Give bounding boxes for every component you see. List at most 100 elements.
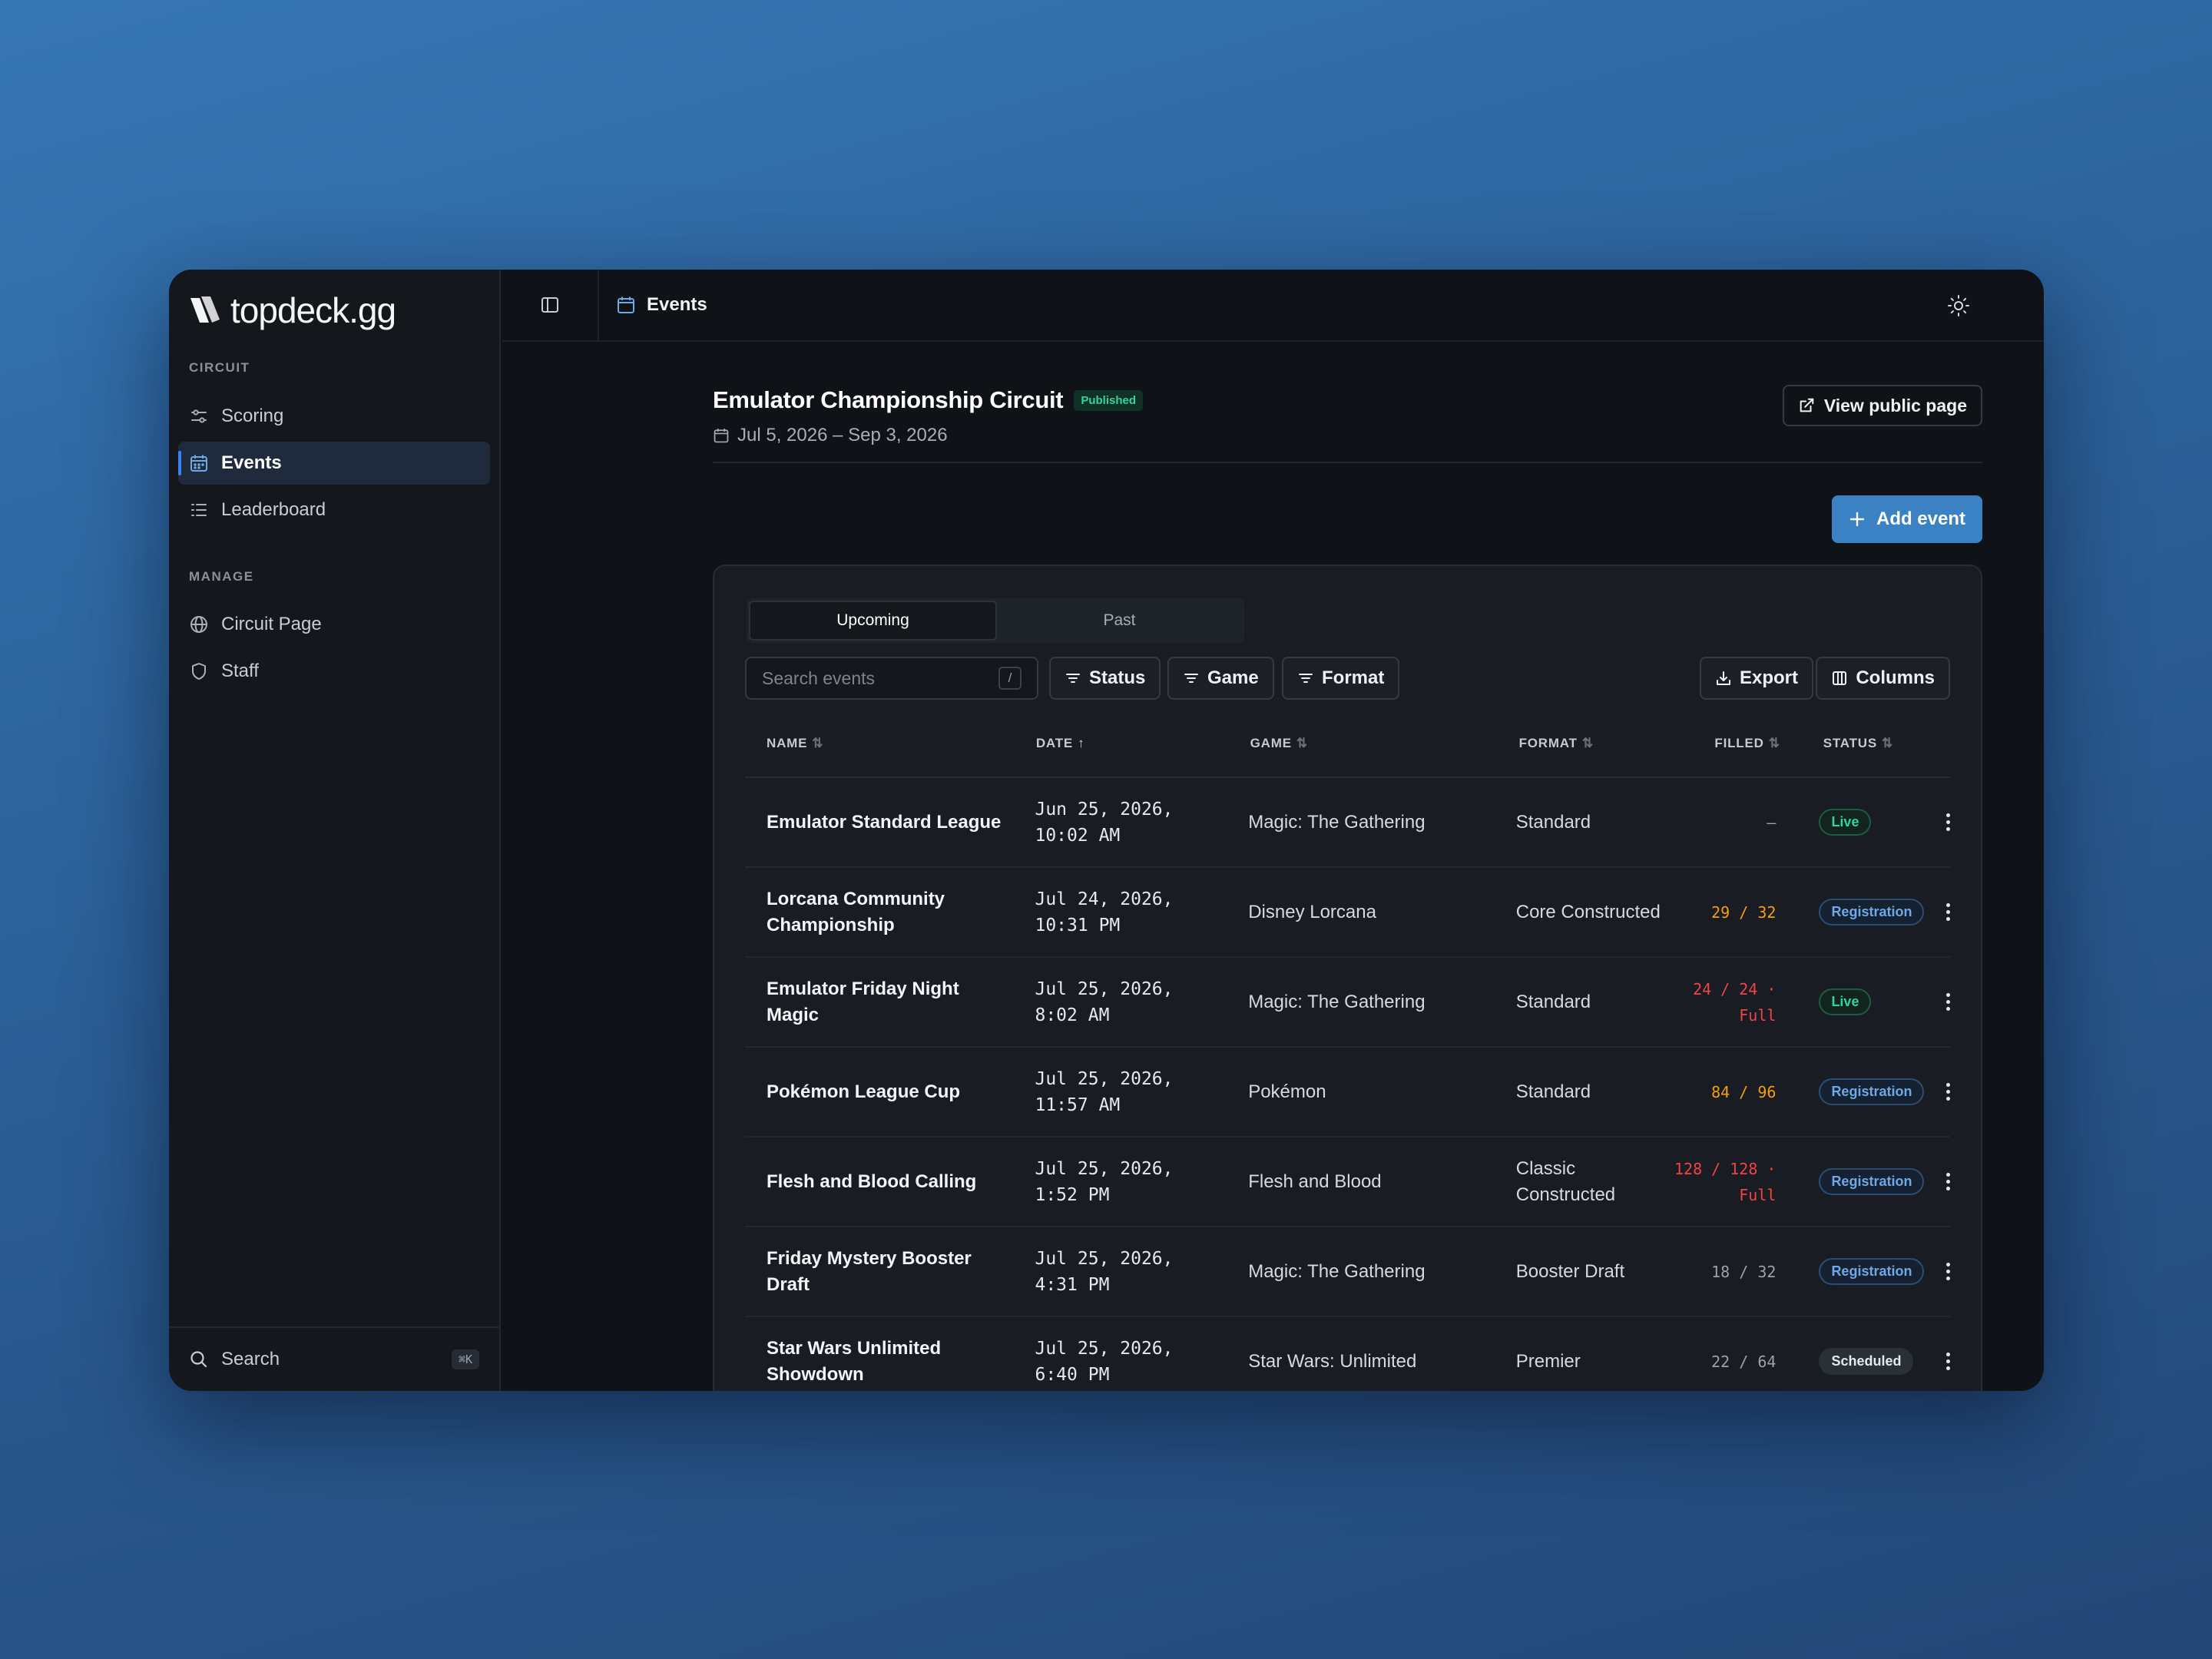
column-header-filled[interactable]: FILLED ⇅	[1668, 730, 1802, 757]
event-name[interactable]: Emulator Standard League	[745, 810, 1013, 836]
view-public-page-button[interactable]: View public page	[1782, 385, 1982, 426]
app-window: topdeck.gg CIRCUIT Scoring Events Leader…	[169, 270, 2044, 1391]
date-range-text: Jul 5, 2026 – Sep 3, 2026	[737, 425, 948, 445]
column-header-name[interactable]: NAME ⇅	[745, 730, 1015, 757]
row-menu-icon[interactable]	[1945, 1083, 1950, 1101]
view-public-page-label: View public page	[1823, 395, 1967, 416]
columns-button[interactable]: Columns	[1816, 657, 1950, 700]
event-tabs: Upcoming Past	[747, 598, 1244, 643]
search-icon	[190, 1351, 207, 1368]
sliders-icon	[191, 409, 207, 423]
download-icon	[1716, 671, 1730, 685]
row-menu-icon[interactable]	[1945, 1263, 1950, 1280]
sidebar: topdeck.gg CIRCUIT Scoring Events Leader…	[169, 270, 501, 1391]
export-button[interactable]: Export	[1699, 657, 1813, 700]
event-format: Standard	[1515, 811, 1591, 833]
format-filter-button[interactable]: Format	[1282, 657, 1400, 700]
event-name[interactable]: Pokémon League Cup	[745, 1079, 1013, 1105]
status-badge: Live	[1819, 988, 1872, 1015]
column-header-game[interactable]: GAME ⇅	[1229, 736, 1498, 751]
list-icon	[191, 504, 207, 516]
sort-icon: ⇅	[1768, 736, 1780, 750]
breadcrumb: Events	[599, 294, 707, 316]
sidebar-item-staff[interactable]: Staff	[178, 650, 490, 693]
status-badge: Registration	[1819, 1168, 1925, 1195]
event-filled: –	[1767, 813, 1777, 832]
events-panel: Upcoming Past Search events / Status Gam…	[713, 565, 1982, 1391]
format-filter-label: Format	[1322, 667, 1385, 688]
theme-toggle-sun-icon[interactable]	[1947, 294, 1970, 317]
table-row[interactable]: Friday Mystery Booster Draft Jul 25, 202…	[745, 1227, 1950, 1317]
search-input[interactable]: Search events /	[745, 657, 1038, 700]
sidebar-item-events[interactable]: Events	[178, 442, 490, 485]
table-row[interactable]: Emulator Friday Night Magic Jul 25, 2026…	[745, 958, 1950, 1048]
add-event-button[interactable]: Add event	[1831, 495, 1982, 543]
event-game: Pokémon	[1248, 1081, 1326, 1102]
event-name[interactable]: Lorcana Community Championship	[745, 886, 1013, 939]
status-badge: Live	[1819, 809, 1872, 836]
event-filled: 128 / 128 · Full	[1674, 1159, 1777, 1204]
sidebar-item-label: Scoring	[221, 406, 284, 426]
event-filled: 29 / 32	[1711, 902, 1777, 922]
sidebar-toggle-button[interactable]	[502, 270, 599, 341]
calendar-icon	[190, 455, 207, 472]
event-name[interactable]: Flesh and Blood Calling	[745, 1169, 1013, 1195]
shield-icon	[192, 663, 206, 680]
circuit-date-range: Jul 5, 2026 – Sep 3, 2026	[713, 425, 948, 446]
row-menu-icon[interactable]	[1945, 1353, 1950, 1370]
sort-icon: ⇅	[1296, 736, 1308, 750]
column-header-format[interactable]: FORMAT ⇅	[1498, 730, 1668, 757]
sidebar-item-label: Leaderboard	[221, 499, 326, 520]
event-date: Jul 25, 2026, 11:57 AM	[1035, 1068, 1174, 1115]
export-label: Export	[1739, 667, 1798, 688]
plus-icon	[1849, 512, 1865, 527]
event-format: Standard	[1515, 1081, 1591, 1102]
calendar-icon	[618, 296, 634, 313]
table-row[interactable]: Emulator Standard League Jun 25, 2026, 10…	[745, 778, 1950, 868]
game-filter-button[interactable]: Game	[1167, 657, 1274, 700]
sort-icon: ⇅	[1581, 736, 1594, 750]
search-shortcut-key: /	[998, 667, 1022, 690]
calendar-icon	[714, 429, 729, 443]
table-row[interactable]: Lorcana Community Championship Jul 24, 2…	[745, 868, 1950, 958]
game-filter-label: Game	[1207, 667, 1259, 688]
sidebar-item-circuit-page[interactable]: Circuit Page	[178, 603, 490, 646]
event-name[interactable]: Emulator Friday Night Magic	[745, 976, 1013, 1028]
row-menu-icon[interactable]	[1945, 993, 1950, 1011]
sidebar-item-label: Events	[221, 452, 282, 473]
column-header-date[interactable]: DATE ↑	[1015, 730, 1229, 757]
tab-upcoming[interactable]: Upcoming	[749, 601, 997, 641]
page-title: Emulator Championship Circuit	[713, 386, 1064, 413]
logo[interactable]: topdeck.gg	[189, 290, 396, 331]
tab-past[interactable]: Past	[997, 601, 1242, 641]
sidebar-item-leaderboard[interactable]: Leaderboard	[178, 488, 490, 531]
row-menu-icon[interactable]	[1945, 813, 1950, 831]
circuit-section-label: CIRCUIT	[189, 360, 250, 375]
table-row[interactable]: Star Wars Unlimited Showdown Jul 25, 202…	[745, 1317, 1950, 1391]
panel-left-icon	[541, 297, 558, 313]
event-name[interactable]: Friday Mystery Booster Draft	[745, 1246, 1013, 1298]
events-table: NAME ⇅ DATE ↑ GAME ⇅ FORMAT ⇅ FILLED ⇅ STATUS…	[745, 710, 1950, 1391]
event-filled: 18 / 32	[1711, 1262, 1777, 1281]
status-badge: Published	[1074, 389, 1144, 411]
row-menu-icon[interactable]	[1945, 1173, 1950, 1190]
column-header-status[interactable]: STATUS ⇅	[1802, 736, 1950, 751]
event-game: Flesh and Blood	[1248, 1171, 1382, 1192]
event-name[interactable]: Star Wars Unlimited Showdown	[745, 1336, 1013, 1388]
sidebar-search[interactable]: Search ⌘K	[169, 1326, 499, 1391]
sidebar-item-scoring[interactable]: Scoring	[178, 395, 490, 438]
event-format: Classic Constructed	[1515, 1157, 1616, 1205]
sidebar-item-label: Circuit Page	[221, 614, 322, 634]
event-date: Jul 24, 2026, 10:31 PM	[1035, 889, 1174, 935]
table-row[interactable]: Flesh and Blood Calling Jul 25, 2026, 1:5…	[745, 1137, 1950, 1227]
event-date: Jul 25, 2026, 4:31 PM	[1035, 1248, 1174, 1295]
table-toolbar: Search events / Status Game Format Expor…	[745, 657, 1950, 700]
event-game: Magic: The Gathering	[1248, 1260, 1426, 1282]
table-row[interactable]: Pokémon League Cup Jul 25, 2026, 11:57 AM…	[745, 1048, 1950, 1137]
status-filter-button[interactable]: Status	[1049, 657, 1161, 700]
filter-icon	[1184, 674, 1198, 683]
status-badge: Scheduled	[1819, 1348, 1914, 1375]
row-menu-icon[interactable]	[1945, 903, 1950, 921]
status-filter-label: Status	[1089, 667, 1146, 688]
event-format: Core Constructed	[1515, 901, 1661, 922]
